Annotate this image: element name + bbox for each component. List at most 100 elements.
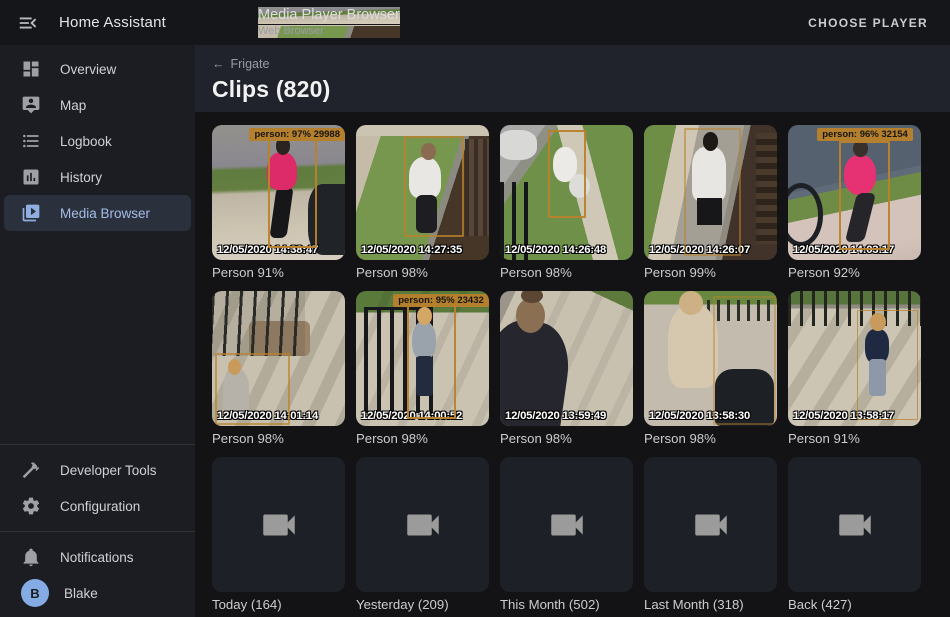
sidebar-nav: Overview Map Logbook History Media Brows… [0,45,195,231]
folder-card-yesterday[interactable]: Yesterday (209) [356,457,489,613]
sidebar-bottom: Developer Tools Configuration Notificati… [0,437,195,611]
avatar: B [21,579,49,607]
tooltip-account-icon [21,95,41,115]
photo-region [668,305,719,389]
content-header: ← Frigate Clips (820) [195,45,950,112]
sidebar-item-media-browser[interactable]: Media Browser [4,195,191,231]
clip-caption: Person 92% [788,265,921,281]
sidebar-item-label: Media Browser [60,206,150,221]
sidebar-divider [0,444,195,445]
clip-caption: Person 91% [788,431,921,447]
clip-caption: Person 98% [212,431,345,447]
sidebar-item-configuration[interactable]: Configuration [4,488,191,524]
clip-card[interactable]: 12/05/2020 13:58:17 Person 91% [788,291,921,447]
folder-label: Yesterday (209) [356,597,489,613]
detection-bbox [404,136,464,237]
sidebar-item-developer-tools[interactable]: Developer Tools [4,452,191,488]
clip-card[interactable]: 12/05/2020 13:58:30 Person 98% [644,291,777,447]
folder-card-this-month[interactable]: This Month (502) [500,457,633,613]
clip-thumbnail: 12/05/2020 13:59:49 [500,291,633,426]
menu-open-icon[interactable] [17,12,39,34]
sidebar-item-overview[interactable]: Overview [4,51,191,87]
detection-bbox [857,310,918,420]
clip-caption: Person 98% [356,431,489,447]
detection-bbox [215,353,291,425]
cog-icon [21,496,41,516]
clip-thumbnail: 12/05/2020 14:01:14 [212,291,345,426]
sidebar-item-label: Logbook [60,134,112,149]
folder-thumbnail [356,457,489,592]
clip-caption: Person 98% [644,431,777,447]
folder-label: Back (427) [788,597,921,613]
breadcrumb-back-frigate[interactable]: ← Frigate [212,45,269,71]
chart-box-icon [21,167,41,187]
video-icon [402,504,444,546]
clip-caption: Person 98% [356,265,489,281]
folder-card-back[interactable]: Back (427) [788,457,921,613]
detection-bbox [713,296,776,424]
back-arrow-icon: ← [212,57,225,71]
clip-card[interactable]: 12/05/2020 14:27:35 Person 98% [356,125,489,281]
photo-region [516,298,545,333]
sidebar-item-profile[interactable]: B Blake [4,575,191,611]
sidebar-item-history[interactable]: History [4,159,191,195]
detection-label: person: 95% 23432 [393,294,489,307]
photo-region [679,291,703,315]
clip-thumbnail: 12/05/2020 14:26:07 [644,125,777,260]
detection-label: person: 96% 32154 [817,128,913,141]
video-icon [690,504,732,546]
folder-thumbnail [788,457,921,592]
photo-region [756,133,777,244]
choose-player-button[interactable]: CHOOSE PLAYER [802,15,934,31]
clip-thumbnail: person: 95% 23432 12/05/2020 14:00:52 [356,291,489,426]
clip-card[interactable]: 12/05/2020 13:59:49 Person 98% [500,291,633,447]
folder-thumbnail [212,457,345,592]
folder-label: Today (164) [212,597,345,613]
play-box-multiple-icon [21,203,41,223]
sidebar-item-label: Configuration [60,499,140,514]
sidebar-item-label: Overview [60,62,116,77]
sidebar-item-label: Notifications [60,550,134,565]
photo-region [212,291,305,356]
clip-card[interactable]: 12/05/2020 14:26:48 Person 98% [500,125,633,281]
detection-bbox [548,130,587,218]
folder-card-last-month[interactable]: Last Month (318) [644,457,777,613]
sidebar-divider [0,531,195,532]
sidebar-item-map[interactable]: Map [4,87,191,123]
clip-timestamp: 12/05/2020 14:27:35 [361,244,462,256]
clip-caption: Person 98% [500,431,633,447]
folder-label: Last Month (318) [644,597,777,613]
folder-thumbnail [500,457,633,592]
clip-card[interactable]: person: 96% 32154 12/05/2020 14:03:17 Pe… [788,125,921,281]
app-toolbar: Home Assistant Media Player Browser Web … [0,0,950,45]
photo-region [500,130,537,160]
sidebar-item-label: Developer Tools [60,463,157,478]
media-player-subtitle: Web Browser [258,25,400,38]
profile-name: Blake [64,586,98,601]
video-icon [834,504,876,546]
clip-timestamp: 12/05/2020 13:59:49 [505,410,606,422]
media-player-title: Media Player Browser [258,7,400,24]
clip-card[interactable]: person: 97% 29988 12/05/2020 14:38:47 Pe… [212,125,345,281]
sidebar-item-label: Map [60,98,86,113]
clip-timestamp: 12/05/2020 14:26:48 [505,244,606,256]
clip-caption: Person 98% [500,265,633,281]
detection-bbox [268,133,317,248]
clip-card[interactable]: 12/05/2020 14:01:14 Person 98% [212,291,345,447]
page-title: Clips (820) [212,76,950,103]
clip-caption: Person 99% [644,265,777,281]
folder-card-today[interactable]: Today (164) [212,457,345,613]
clip-card[interactable]: 12/05/2020 14:26:07 Person 99% [644,125,777,281]
sidebar-item-label: History [60,170,102,185]
detection-label: person: 97% 29988 [249,128,345,141]
clip-card[interactable]: person: 95% 23432 12/05/2020 14:00:52 Pe… [356,291,489,447]
detection-bbox [407,305,456,420]
clip-thumbnail: 12/05/2020 13:58:17 [788,291,921,426]
clips-grid: person: 97% 29988 12/05/2020 14:38:47 Pe… [195,112,950,617]
sidebar-header: Home Assistant [0,12,195,34]
video-icon [258,504,300,546]
sidebar-item-logbook[interactable]: Logbook [4,123,191,159]
sidebar-item-notifications[interactable]: Notifications [4,539,191,575]
main-content: ← Frigate Clips (820) person: 97% 29988 … [195,45,950,617]
clip-thumbnail: person: 96% 32154 12/05/2020 14:03:17 [788,125,921,260]
